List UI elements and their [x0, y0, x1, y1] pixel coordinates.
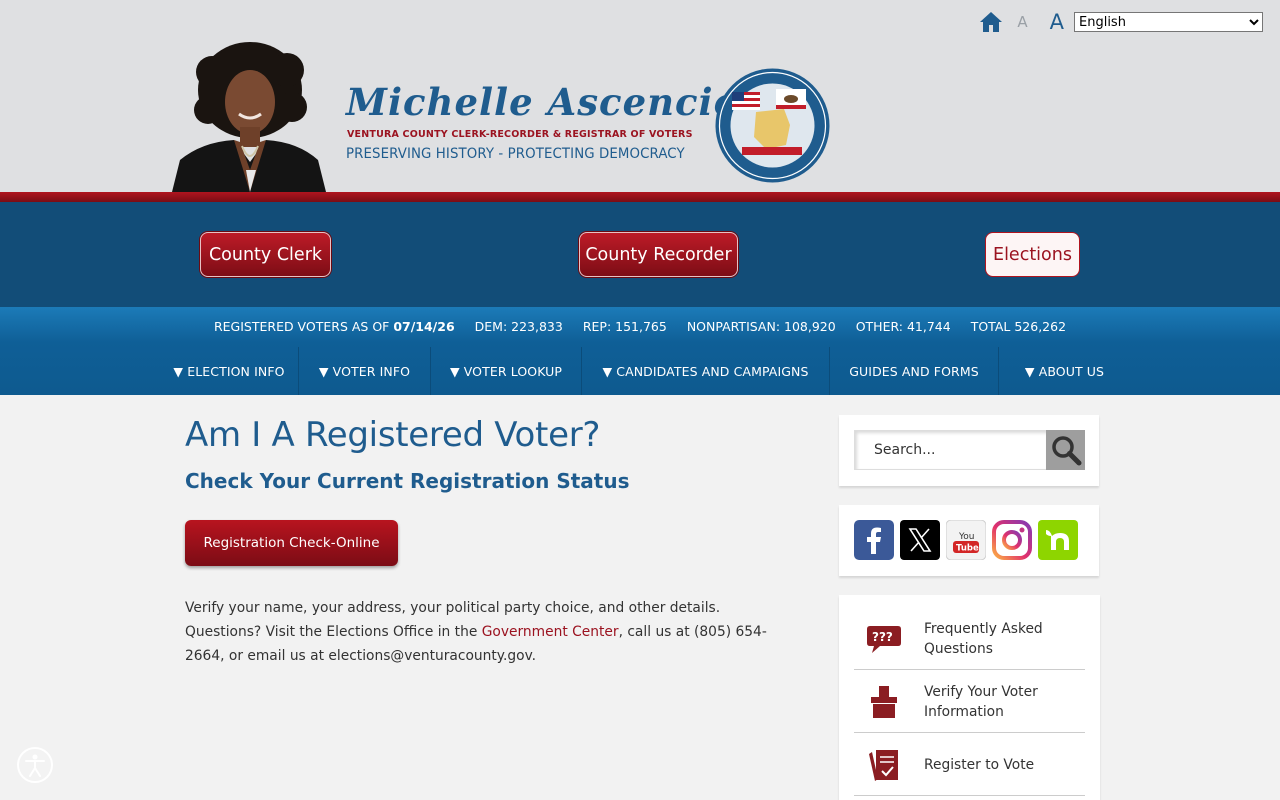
quick-links-widget: ??? Frequently Asked Questions Verify Yo…	[839, 595, 1100, 800]
clerk-title: VENTURA COUNTY CLERK-RECORDER & REGISTRA…	[347, 129, 693, 140]
department-bar: County Clerk County Recorder Elections	[0, 202, 1280, 307]
stats-other-label: OTHER	[855, 319, 899, 334]
search-button[interactable]	[1046, 430, 1085, 470]
quick-link-faq[interactable]: ??? Frequently Asked Questions	[854, 608, 1085, 670]
quick-link-verify-voter[interactable]: Verify Your Voter Information	[854, 671, 1085, 733]
nav-voter-lookup[interactable]: ▼ VOTER LOOKUP	[431, 347, 582, 395]
utility-bar: A A English	[979, 9, 1263, 35]
county-seal-logo	[715, 68, 830, 183]
stats-other-value: 41,744	[906, 319, 951, 334]
stats-registered-label: REGISTERED VOTERS AS OF	[213, 319, 390, 334]
page-title: Am I A Registered Voter?	[185, 415, 601, 455]
x-twitter-icon[interactable]	[900, 520, 940, 560]
header-divider	[0, 192, 1280, 202]
stats-rep-value: 151,765	[615, 319, 667, 334]
stats-date: 07/14/26	[393, 319, 455, 334]
home-icon[interactable]	[979, 11, 1003, 33]
clerk-portrait-photo	[172, 42, 326, 192]
county-recorder-button[interactable]: County Recorder	[579, 232, 738, 277]
government-center-link[interactable]: Government Center	[482, 624, 619, 640]
stats-total-label: TOTAL	[970, 319, 1011, 334]
svg-text:???: ???	[872, 630, 893, 644]
page-subtitle: Check Your Current Registration Status	[185, 469, 630, 493]
ballot-box-icon	[854, 682, 914, 722]
site-header: A A English Michelle Ascencion VENTURA C…	[0, 0, 1280, 192]
nav-election-info[interactable]: ▼ ELECTION INFO	[160, 347, 299, 395]
faq-speech-bubble-icon: ???	[854, 619, 914, 659]
language-select[interactable]: English	[1074, 12, 1263, 32]
quick-link-register-label: Register to Vote	[924, 756, 1035, 773]
motto-text: PRESERVING HISTORY - PROTECTING DEMOCRAC…	[346, 146, 685, 162]
stats-dem-label: DEM	[474, 319, 503, 334]
intro-paragraph: Verify your name, your address, your pol…	[185, 596, 775, 668]
nav-guides-and-forms[interactable]: GUIDES AND FORMS	[830, 347, 999, 395]
svg-text:Tube: Tube	[956, 544, 979, 554]
magnifier-icon	[1051, 436, 1081, 466]
main-content: Am I A Registered Voter? Check Your Curr…	[185, 415, 785, 668]
main-nav-bar: REGISTERED VOTERS AS OF 07/14/26 DEM: 22…	[0, 307, 1280, 395]
registration-check-online-button[interactable]: Registration Check-Online	[185, 520, 398, 566]
decrease-font-button[interactable]: A	[1017, 13, 1027, 31]
register-form-icon	[854, 745, 914, 785]
stats-nonpartisan-value: 108,920	[784, 319, 836, 334]
nextdoor-icon[interactable]	[1038, 520, 1078, 560]
primary-nav: ▼ ELECTION INFO ▼ VOTER INFO ▼ VOTER LOO…	[160, 347, 1130, 395]
quick-link-verify-voter-label: Verify Your Voter Information	[924, 683, 1038, 720]
youtube-icon[interactable]: You Tube	[946, 520, 986, 560]
quick-link-faq-label: Frequently Asked Questions	[924, 620, 1043, 657]
svg-text:You: You	[958, 532, 975, 542]
nav-voter-info[interactable]: ▼ VOTER INFO	[299, 347, 431, 395]
stats-rep-label: REP	[582, 319, 607, 334]
stats-nonpartisan-label: NONPARTISAN	[686, 319, 776, 334]
instagram-icon[interactable]	[992, 520, 1032, 560]
voter-registration-stats: REGISTERED VOTERS AS OF 07/14/26 DEM: 22…	[213, 319, 1067, 334]
nav-about-us[interactable]: ▼ ABOUT US	[999, 347, 1130, 395]
county-clerk-button[interactable]: County Clerk	[200, 232, 331, 277]
search-widget	[839, 415, 1099, 486]
nav-candidates-and-campaigns[interactable]: ▼ CANDIDATES AND CAMPAIGNS	[582, 347, 830, 395]
social-media-widget: You Tube	[839, 505, 1099, 576]
accessibility-button[interactable]	[17, 747, 53, 783]
elections-button[interactable]: Elections	[985, 232, 1080, 277]
stats-dem-value: 223,833	[511, 319, 563, 334]
accessibility-icon	[25, 754, 45, 777]
increase-font-button[interactable]: A	[1050, 10, 1064, 34]
clerk-name: Michelle Ascencion	[346, 80, 768, 124]
facebook-icon[interactable]	[854, 520, 894, 560]
search-input[interactable]	[854, 430, 1046, 470]
stats-total-value: 526,262	[1014, 319, 1067, 334]
quick-link-register[interactable]: Register to Vote	[854, 734, 1085, 796]
